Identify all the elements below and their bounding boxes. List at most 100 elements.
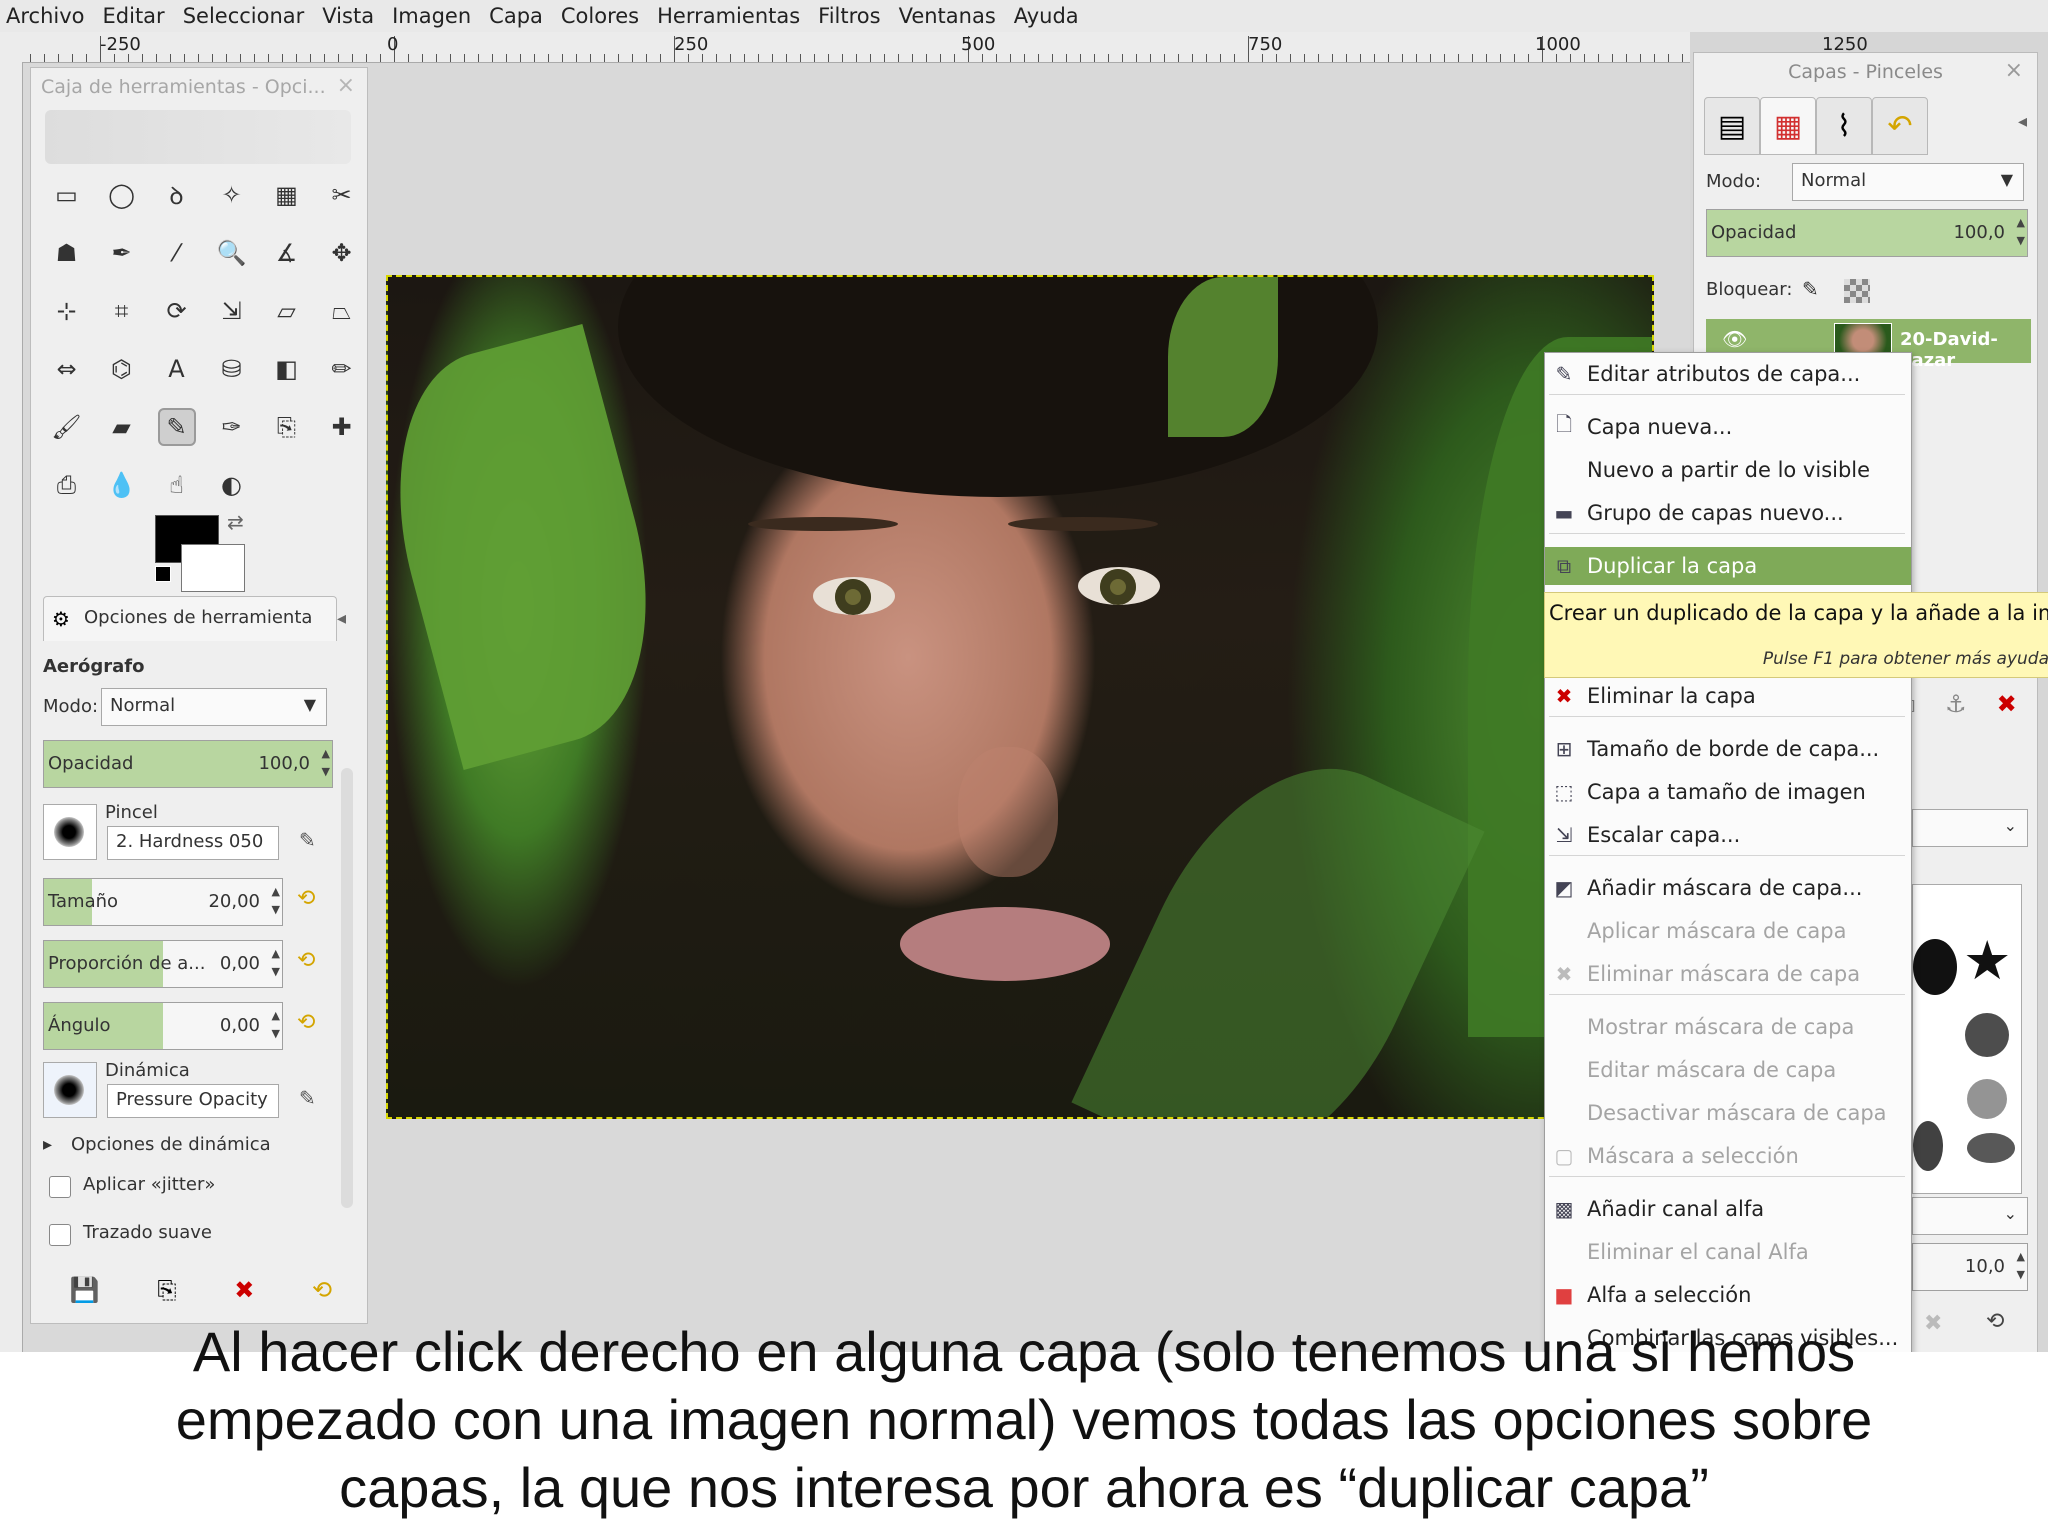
tool-button[interactable]: ▭: [39, 166, 94, 224]
tool-button[interactable]: ⛁: [204, 340, 259, 398]
background-color[interactable]: [181, 544, 245, 592]
tool-button[interactable]: A: [149, 340, 204, 398]
reset-size-icon[interactable]: ⟲: [297, 886, 315, 911]
brush-filter-select[interactable]: ⌄: [1912, 809, 2028, 847]
close-icon[interactable]: ×: [337, 73, 355, 98]
delete-options-icon[interactable]: ✖: [234, 1276, 254, 1304]
tool-button[interactable]: ⁄: [149, 224, 204, 282]
spin-arrows-icon[interactable]: ▲ ▼: [2017, 1248, 2025, 1284]
menu-ventanas[interactable]: Ventanas: [893, 4, 1008, 28]
tool-button[interactable]: ⏢: [314, 282, 369, 340]
tool-button[interactable]: ☗: [39, 224, 94, 282]
brush-star[interactable]: ★: [1963, 929, 2011, 992]
eye-icon[interactable]: 👁: [1722, 327, 1747, 351]
menu-item-add-layer-mask[interactable]: ◩ Añadir máscara de capa...: [1545, 869, 1911, 907]
reset-aspect-icon[interactable]: ⟲: [297, 948, 315, 973]
menu-filtros[interactable]: Filtros: [812, 4, 892, 28]
menu-colores[interactable]: Colores: [555, 4, 651, 28]
menu-item-scale-layer[interactable]: ⇲ Escalar capa...: [1545, 816, 1911, 854]
layer-opacity-slider[interactable]: Opacidad 100,0 ▲ ▼: [1706, 209, 2028, 257]
brush-preview[interactable]: [43, 804, 97, 860]
close-icon[interactable]: ×: [2005, 58, 2023, 83]
opacity-slider[interactable]: Opacidad 100,0 ▲ ▼: [43, 740, 333, 788]
tool-button[interactable]: ▱: [259, 282, 314, 340]
tool-button[interactable]: 🔍: [204, 224, 259, 282]
brush-texture[interactable]: [1967, 1079, 2007, 1119]
expander-arrow-icon[interactable]: ▸: [43, 1134, 52, 1155]
tool-button[interactable]: ▦: [259, 166, 314, 224]
brush-circle[interactable]: [1913, 939, 1957, 995]
angle-slider[interactable]: Ángulo 0,00 ▲ ▼: [43, 1002, 283, 1050]
image-canvas[interactable]: [386, 275, 1654, 1119]
tool-button[interactable]: ▰: [94, 398, 149, 456]
tool-button[interactable]: ✧: [204, 166, 259, 224]
ruler-top[interactable]: -250 0 250 500 750 1000 1250: [0, 32, 1868, 63]
tool-button[interactable]: ∡: [259, 224, 314, 282]
tool-button[interactable]: ⌗: [94, 282, 149, 340]
reset-options-icon[interactable]: ⟲: [312, 1276, 332, 1304]
tool-button[interactable]: ✒: [94, 224, 149, 282]
edit-brush-icon[interactable]: ✎: [299, 828, 316, 852]
tool-button[interactable]: ◯: [94, 166, 149, 224]
dynamics-name-field[interactable]: Pressure Opacity: [107, 1084, 279, 1118]
tool-button[interactable]: ✥: [314, 224, 369, 282]
tool-button[interactable]: 🖌: [39, 398, 94, 456]
spin-arrows-icon[interactable]: ▲ ▼: [272, 1007, 280, 1043]
menu-vista[interactable]: Vista: [316, 4, 386, 28]
tool-button[interactable]: ✚: [314, 398, 369, 456]
tool-button[interactable]: ◧: [259, 340, 314, 398]
mode-select[interactable]: Normal ▼: [101, 688, 327, 726]
menu-item-new-layer[interactable]: 🗋 Capa nueva...: [1545, 408, 1911, 446]
menu-item-new-from-visible[interactable]: Nuevo a partir de lo visible: [1545, 451, 1911, 489]
spacing-slider[interactable]: 10,0 ▲ ▼: [1912, 1243, 2028, 1291]
tool-button[interactable]: ✎: [149, 398, 204, 456]
tool-button[interactable]: ⎘: [259, 398, 314, 456]
menu-item-new-layer-group[interactable]: ▬ Grupo de capas nuevo...: [1545, 494, 1911, 532]
reset-colors-icon[interactable]: [155, 566, 171, 582]
size-slider[interactable]: Tamaño 20,00 ▲ ▼: [43, 878, 283, 926]
tab-layers[interactable]: ▤: [1704, 97, 1760, 155]
jitter-checkbox[interactable]: [49, 1176, 71, 1198]
lock-pixels-icon[interactable]: ✎: [1802, 277, 1819, 301]
tool-button[interactable]: ◐: [204, 456, 259, 514]
brush-grunge[interactable]: [1967, 1133, 2015, 1163]
spin-arrows-icon[interactable]: ▲ ▼: [322, 745, 330, 781]
tab-channels[interactable]: ▦: [1760, 97, 1816, 155]
tool-button[interactable]: ⇔: [39, 340, 94, 398]
spin-arrows-icon[interactable]: ▲ ▼: [272, 883, 280, 919]
brush-tag-select[interactable]: ⌄: [1912, 1197, 2028, 1235]
edit-dynamics-icon[interactable]: ✎: [299, 1086, 316, 1110]
spin-arrows-icon[interactable]: ▲ ▼: [272, 945, 280, 981]
tool-button[interactable]: ✏: [314, 340, 369, 398]
panel-menu-icon[interactable]: ◂: [2018, 111, 2027, 132]
tool-button[interactable]: ✂: [314, 166, 369, 224]
layer-mode-select[interactable]: Normal ▼: [1792, 163, 2024, 201]
tool-button[interactable]: ⊹: [39, 282, 94, 340]
tool-button[interactable]: ⎙: [39, 456, 94, 514]
anchor-icon[interactable]: ⚓: [1945, 690, 1967, 718]
menu-archivo[interactable]: Archivo: [0, 4, 97, 28]
tool-button[interactable]: ꝺ: [149, 166, 204, 224]
menu-imagen[interactable]: Imagen: [386, 4, 483, 28]
delete-layer-icon[interactable]: ✖: [1997, 690, 2017, 718]
menu-item-edit-layer-attributes[interactable]: ✎ Editar atributos de capa...: [1545, 355, 1911, 393]
panel-menu-icon[interactable]: ◂: [337, 608, 346, 629]
menu-seleccionar[interactable]: Seleccionar: [177, 4, 317, 28]
aspect-ratio-slider[interactable]: Proporción de a... 0,00 ▲ ▼: [43, 940, 283, 988]
tool-button[interactable]: 💧: [94, 456, 149, 514]
wilber-drop-area[interactable]: [45, 110, 351, 164]
menu-item-alpha-to-selection[interactable]: ■ Alfa a selección: [1545, 1276, 1911, 1314]
brush-name-field[interactable]: 2. Hardness 050: [107, 826, 279, 860]
options-scrollbar[interactable]: [341, 768, 353, 1208]
tool-button[interactable]: ✑: [204, 398, 259, 456]
save-options-icon[interactable]: 💾: [70, 1276, 100, 1304]
menu-editar[interactable]: Editar: [97, 4, 177, 28]
tool-button[interactable]: ☝: [149, 456, 204, 514]
tool-button[interactable]: ⟳: [149, 282, 204, 340]
menu-item-layer-to-image-size[interactable]: ⬚ Capa a tamaño de imagen: [1545, 773, 1911, 811]
dynamics-preview[interactable]: [43, 1062, 97, 1118]
brush-splatter[interactable]: [1965, 1013, 2009, 1057]
reset-angle-icon[interactable]: ⟲: [297, 1010, 315, 1035]
restore-options-icon[interactable]: ⎘: [157, 1276, 176, 1304]
menu-item-duplicate-layer[interactable]: ⧉ Duplicar la capa: [1545, 547, 1911, 585]
